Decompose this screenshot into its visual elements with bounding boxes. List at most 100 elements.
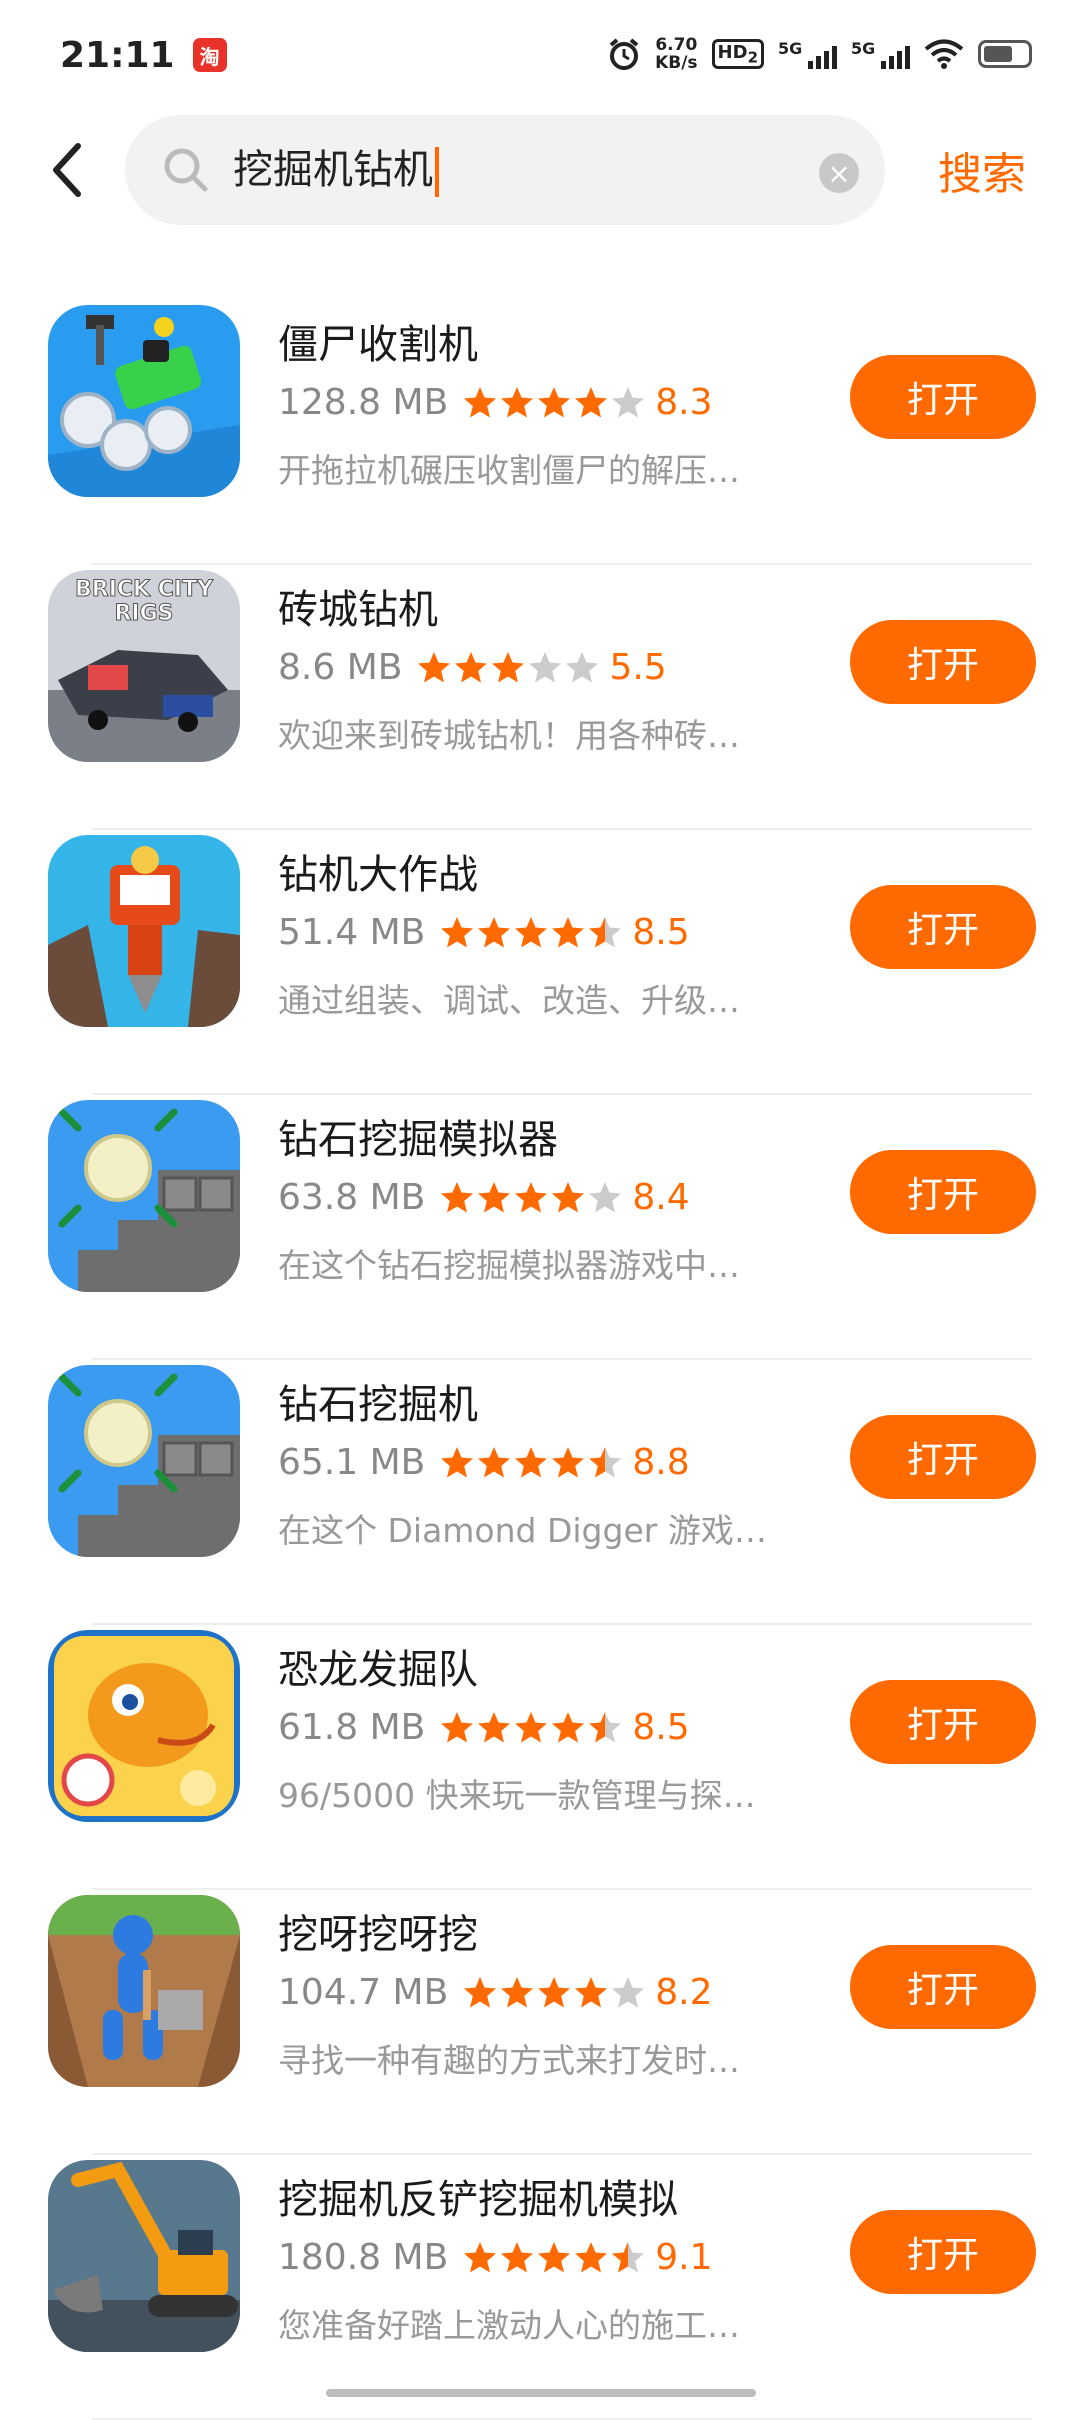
star-filled-icon	[538, 1976, 571, 2007]
app-list-item[interactable]: BRICK CITY RIGS 砖城钻机 8.6 MB 5.5 欢迎来到砖城钻机！…	[0, 565, 1080, 830]
brick-city-rigs-icon[interactable]: BRICK CITY RIGS	[48, 570, 240, 762]
sim2-label: 5G	[851, 39, 876, 58]
app-meta: 65.1 MB 8.8	[278, 1442, 690, 1483]
open-button[interactable]: 打开	[850, 885, 1036, 969]
taobao-notification-icon: 淘	[192, 38, 227, 72]
open-button[interactable]: 打开	[850, 1150, 1036, 1234]
search-input[interactable]: 挖掘机钻机 ×	[125, 115, 885, 225]
diamond-drill-icon[interactable]	[48, 1365, 240, 1557]
magnifier-icon	[164, 148, 208, 192]
rating-stars	[439, 1180, 624, 1216]
digging-man-icon[interactable]	[48, 1895, 240, 2087]
star-filled-icon	[501, 1976, 534, 2007]
search-button[interactable]: 搜索	[938, 138, 1026, 202]
app-list-item[interactable]: 挖掘机反铲挖掘机模拟 180.8 MB 9.1 您准备好踏上激动人心的施工… 打…	[0, 2155, 1080, 2420]
star-filled-icon	[538, 386, 571, 417]
sim1-label: 5G	[778, 39, 803, 58]
app-description: 96/5000 快来玩一款管理与探…	[278, 1776, 756, 1815]
star-filled-icon	[538, 2241, 571, 2272]
app-name: 钻石挖掘模拟器	[278, 1117, 558, 1163]
star-empty-icon	[566, 651, 599, 682]
star-filled-icon	[552, 916, 585, 947]
star-filled-icon	[515, 1711, 548, 1742]
open-button[interactable]: 打开	[850, 1680, 1036, 1764]
app-rating: 8.4	[632, 1177, 690, 1218]
app-rating: 9.1	[655, 2237, 713, 2278]
star-filled-icon	[501, 386, 534, 417]
app-name: 钻机大作战	[278, 852, 478, 898]
star-filled-icon	[464, 386, 497, 417]
star-empty-icon	[589, 1181, 622, 1212]
dinosaur-icon[interactable]	[48, 1630, 240, 1822]
app-meta: 180.8 MB 9.1	[278, 2237, 713, 2278]
app-size: 51.4 MB	[278, 912, 426, 953]
back-button[interactable]	[48, 140, 98, 200]
app-size: 128.8 MB	[278, 382, 449, 423]
app-meta: 61.8 MB 8.5	[278, 1707, 690, 1748]
home-indicator[interactable]	[326, 2389, 756, 2397]
star-filled-icon	[492, 651, 525, 682]
search-header: 挖掘机钻机 × 搜索	[0, 110, 1080, 230]
app-description: 在这个钻石挖掘模拟器游戏中…	[278, 1246, 740, 1285]
star-filled-icon	[515, 1446, 548, 1477]
clear-search-button[interactable]: ×	[819, 153, 859, 193]
rating-stars	[462, 2240, 647, 2276]
star-empty-icon	[529, 651, 562, 682]
app-list-item[interactable]: 钻机大作战 51.4 MB 8.5 通过组装、调试、改造、升级… 打开	[0, 830, 1080, 1095]
star-filled-icon	[464, 2241, 497, 2272]
svg-text:BRICK CITY: BRICK CITY	[75, 577, 214, 602]
rating-stars	[439, 1710, 624, 1746]
diamond-drill-icon[interactable]	[48, 1100, 240, 1292]
net-speed: 6.70 KB/s	[655, 36, 697, 72]
status-bar: 21:11 淘 6.70 KB/s HD2 5G 5G	[0, 0, 1080, 110]
star-filled-icon	[552, 1446, 585, 1477]
app-name: 砖城钻机	[278, 587, 438, 633]
star-filled-icon	[515, 916, 548, 947]
excavator-icon[interactable]	[48, 2160, 240, 2352]
app-size: 63.8 MB	[278, 1177, 426, 1218]
rating-stars	[439, 915, 624, 951]
rating-stars	[462, 385, 647, 421]
open-button[interactable]: 打开	[850, 1945, 1036, 2029]
star-filled-icon	[464, 1976, 497, 2007]
star-filled-icon	[441, 1446, 474, 1477]
app-description: 寻找一种有趣的方式来打发时…	[278, 2041, 740, 2080]
half-star-icon	[589, 916, 622, 947]
star-filled-icon	[441, 1711, 474, 1742]
search-results-list: 僵尸收割机 128.8 MB 8.3 开拖拉机碾压收割僵尸的解压… 打开 BRI…	[0, 300, 1080, 2420]
app-description: 欢迎来到砖城钻机！用各种砖…	[278, 716, 740, 755]
app-list-item[interactable]: 僵尸收割机 128.8 MB 8.3 开拖拉机碾压收割僵尸的解压… 打开	[0, 300, 1080, 565]
app-size: 104.7 MB	[278, 1972, 449, 2013]
app-list-item[interactable]: 钻石挖掘模拟器 63.8 MB 8.4 在这个钻石挖掘模拟器游戏中… 打开	[0, 1095, 1080, 1360]
star-filled-icon	[575, 386, 608, 417]
star-filled-icon	[501, 2241, 534, 2272]
star-filled-icon	[575, 1976, 608, 2007]
status-icons: 6.70 KB/s HD2 5G 5G	[607, 36, 1032, 72]
battery-icon	[978, 40, 1032, 68]
app-list-item[interactable]: 钻石挖掘机 65.1 MB 8.8 在这个 Diamond Digger 游戏……	[0, 1360, 1080, 1625]
app-name: 恐龙发掘队	[278, 1647, 478, 1693]
star-filled-icon	[552, 1181, 585, 1212]
star-filled-icon	[552, 1711, 585, 1742]
app-list-item[interactable]: 恐龙发掘队 61.8 MB 8.5 96/5000 快来玩一款管理与探… 打开	[0, 1625, 1080, 1890]
app-list-item[interactable]: 挖呀挖呀挖 104.7 MB 8.2 寻找一种有趣的方式来打发时… 打开	[0, 1890, 1080, 2155]
close-icon: ×	[827, 156, 851, 190]
search-query: 挖掘机钻机	[233, 147, 433, 193]
open-button[interactable]: 打开	[850, 355, 1036, 439]
app-size: 65.1 MB	[278, 1442, 426, 1483]
star-filled-icon	[441, 1181, 474, 1212]
app-size: 8.6 MB	[278, 647, 403, 688]
drill-tower-icon[interactable]	[48, 835, 240, 1027]
signal-icon: 5G	[778, 39, 837, 69]
open-button[interactable]: 打开	[850, 620, 1036, 704]
open-button[interactable]: 打开	[850, 2210, 1036, 2294]
app-meta: 8.6 MB 5.5	[278, 647, 667, 688]
alarm-icon	[609, 38, 639, 70]
app-name: 僵尸收割机	[278, 322, 478, 368]
app-size: 180.8 MB	[278, 2237, 449, 2278]
zombie-harvester-icon[interactable]	[48, 305, 240, 497]
open-button[interactable]: 打开	[850, 1415, 1036, 1499]
app-name: 钻石挖掘机	[278, 1382, 478, 1428]
half-star-icon	[589, 1446, 622, 1477]
app-rating: 8.3	[655, 382, 713, 423]
